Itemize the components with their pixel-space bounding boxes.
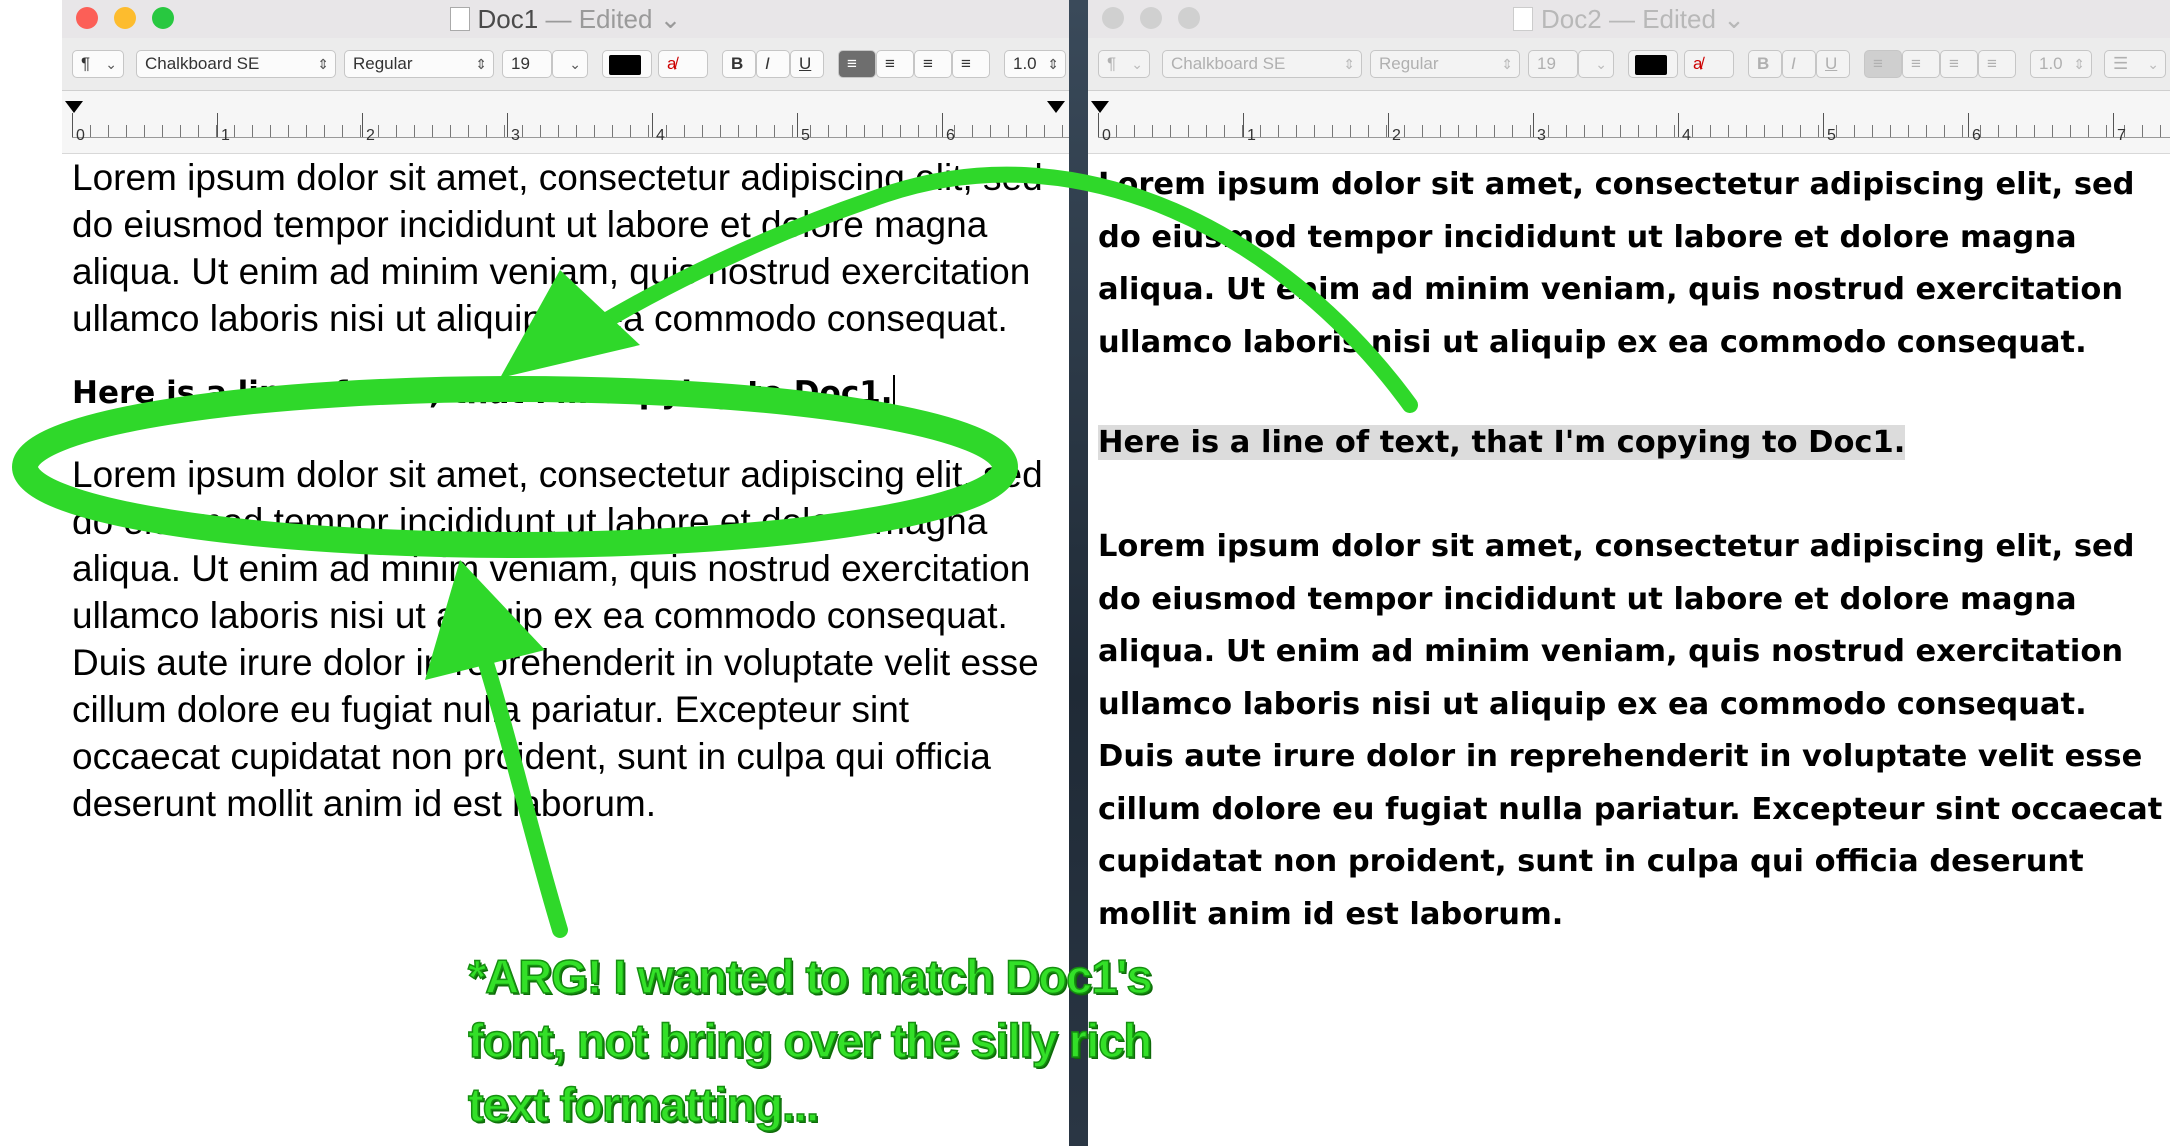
highlight-ellipse [12,376,1018,558]
arrow-shaft [582,166,1418,413]
annotation-line: *ARG! I wanted to match Doc1's [467,949,1153,1004]
arrow-head [425,560,545,680]
annotation-line: font, not bring over the silly rich [467,1013,1153,1068]
annotation-text: *ARG! I wanted to match Doc1's font, not… [467,945,1153,1137]
annotation-line: text formatting... [467,1077,820,1132]
arrow-shaft [477,652,568,938]
arrow-head [500,270,640,378]
